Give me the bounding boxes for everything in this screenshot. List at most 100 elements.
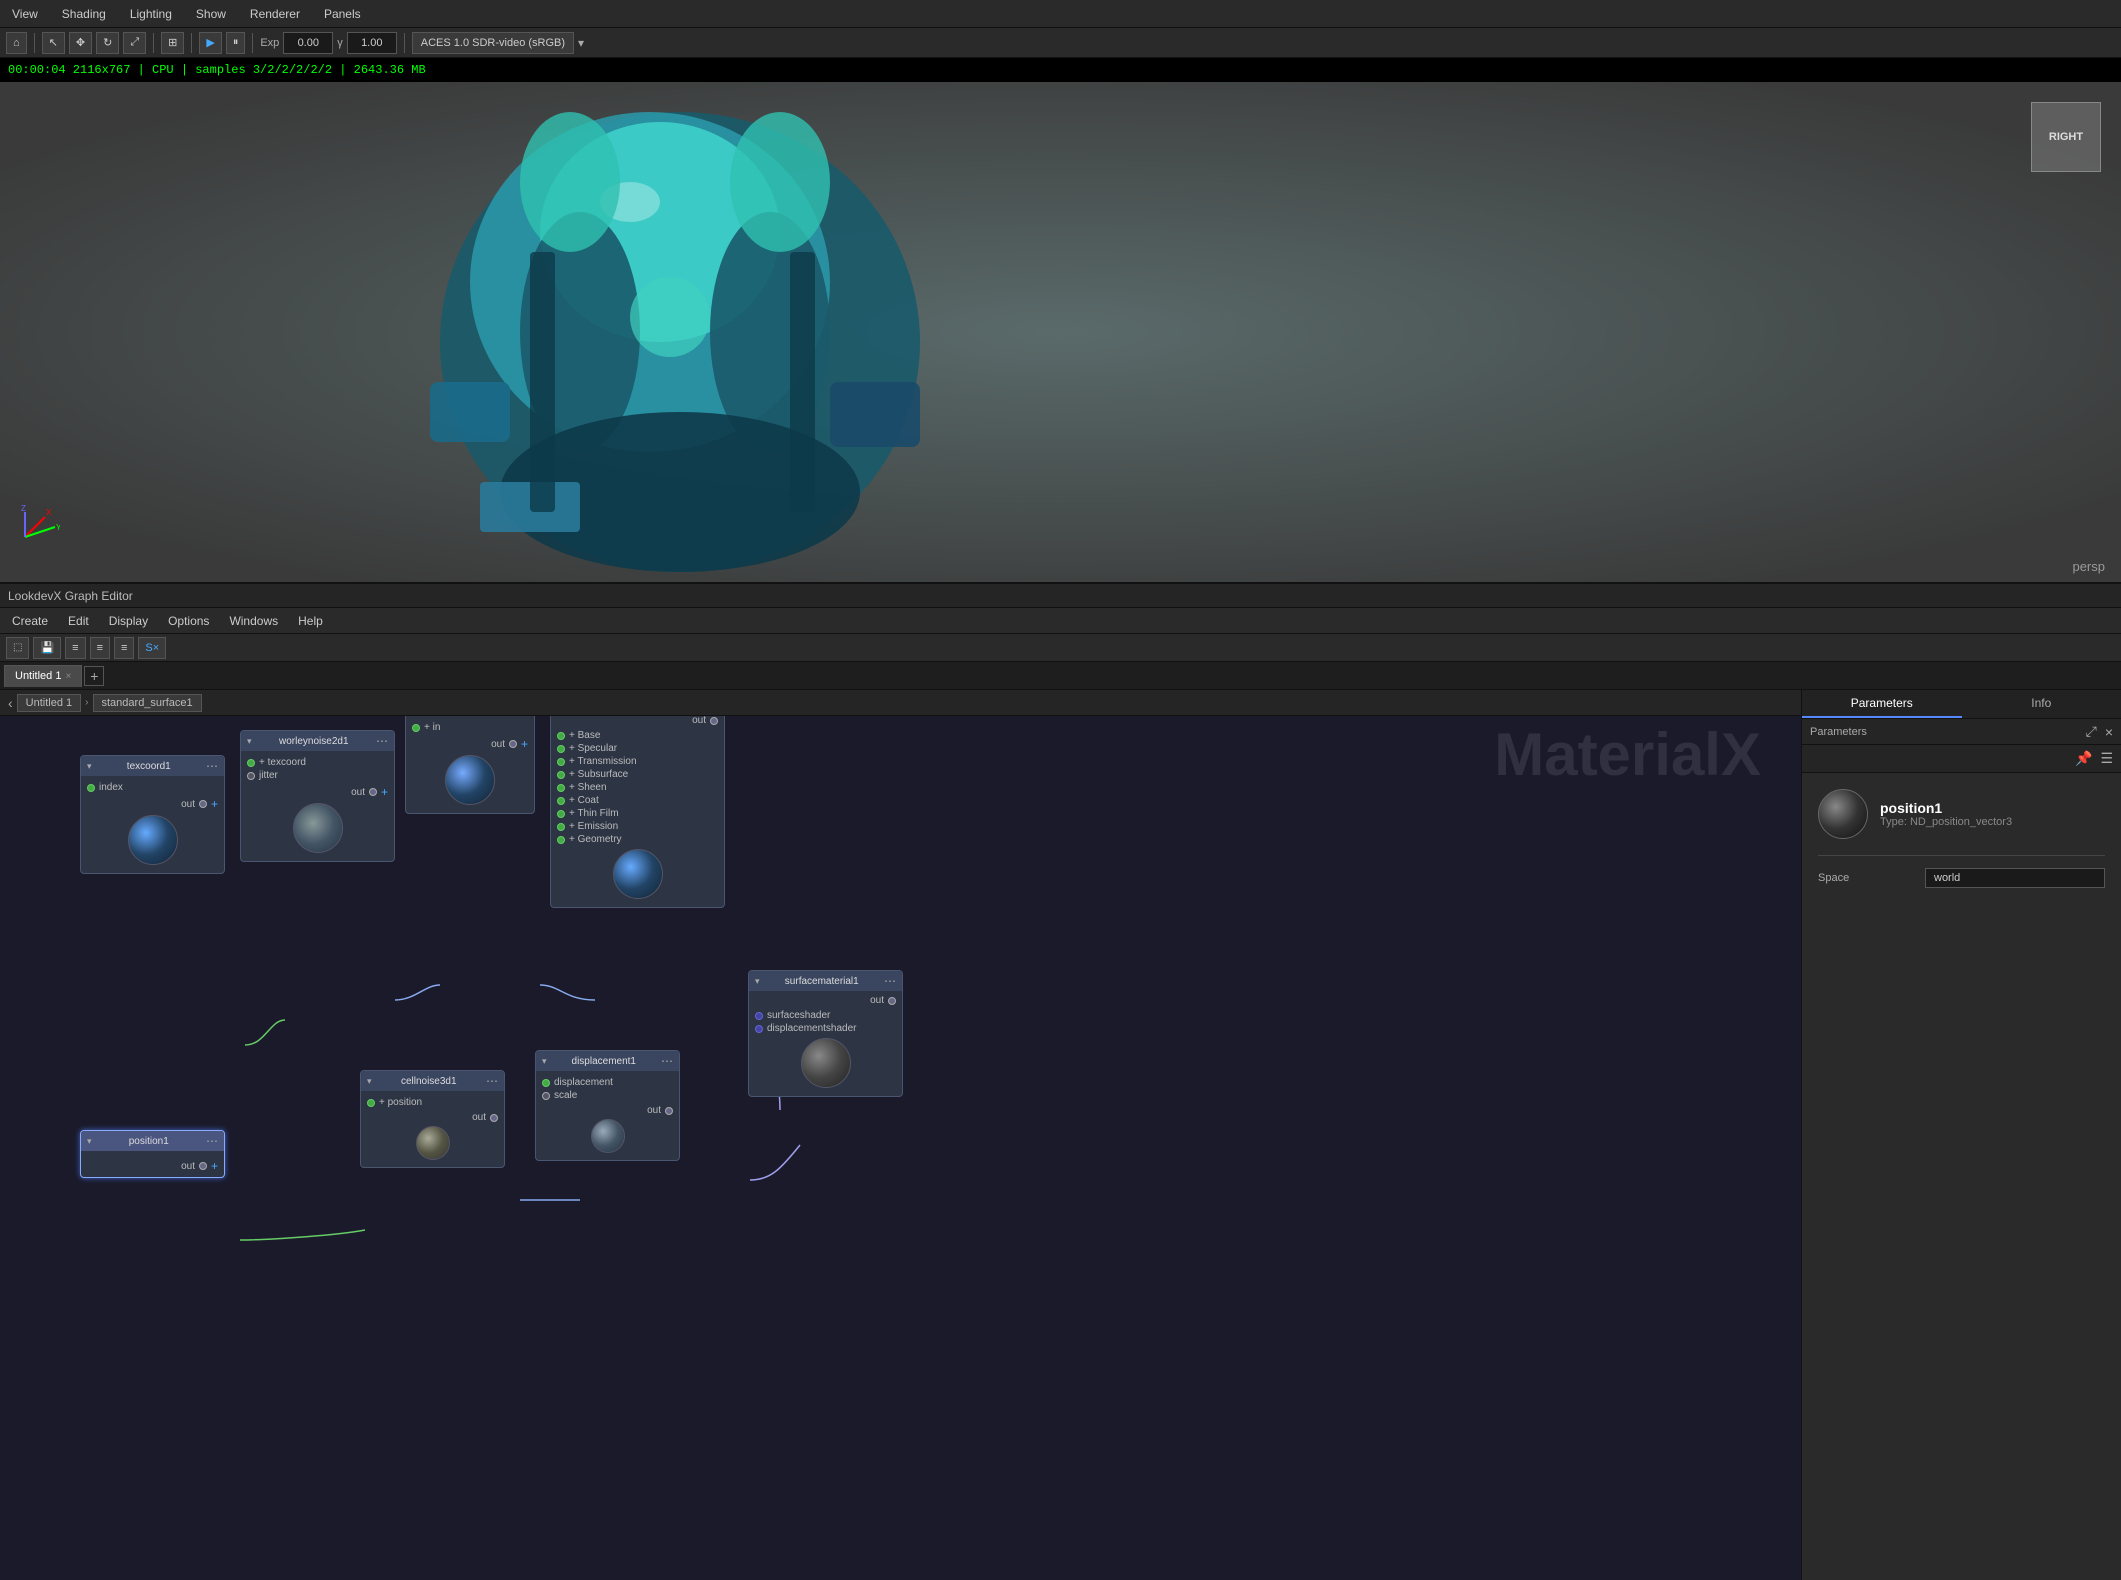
node-texcoord1-collapse[interactable]: ▾ (87, 761, 92, 772)
nav-cube[interactable]: RIGHT (2031, 102, 2101, 172)
node-d1-preview (591, 1119, 625, 1153)
node-standard-surface1[interactable]: ▾ standard_surface1 ⋯ out + Base (550, 690, 725, 908)
node-p1-dots[interactable]: ⋯ (206, 1134, 218, 1148)
node-texcoord1-port-index: index (87, 782, 218, 793)
menu-panels[interactable]: Panels (320, 5, 365, 23)
ldx-toolbar-save-btn[interactable]: 💾 (33, 637, 61, 659)
lookdevx-title-bar: LookdevX Graph Editor (0, 584, 2121, 608)
breadcrumb-item-untitled1[interactable]: Untitled 1 (17, 694, 81, 712)
node-cn3d1-dots[interactable]: ⋯ (486, 1074, 498, 1088)
toolbar-move-btn[interactable]: ✥ (69, 32, 92, 54)
port-label-geometry: + Geometry (569, 834, 622, 845)
ldx-menu-edit[interactable]: Edit (64, 612, 93, 630)
right-toolbar-pin-btn[interactable]: 📌 (2075, 750, 2092, 767)
node-info-type-label: Type: (1880, 816, 1910, 828)
node-d1-collapse[interactable]: ▾ (542, 1056, 547, 1067)
node-sm1-header: ▾ surfacematerial1 ⋯ (749, 971, 902, 991)
color-management-btn[interactable]: ACES 1.0 SDR-video (sRGB) (412, 32, 574, 54)
svg-text:X: X (46, 508, 52, 517)
exposure-input[interactable] (283, 32, 333, 54)
ldx-toolbar-align2-btn[interactable]: ≡ (90, 637, 110, 659)
breadcrumb-back-btn[interactable]: ‹ (8, 695, 13, 711)
menu-show[interactable]: Show (192, 5, 230, 23)
tab-untitled1-close[interactable]: × (65, 671, 71, 682)
node-d1-body: displacement scale out (536, 1071, 679, 1160)
node-worleynoise2d1-dots[interactable]: ⋯ (376, 734, 388, 748)
node-surfacematerial1[interactable]: ▾ surfacematerial1 ⋯ out surfaceshader (748, 970, 903, 1097)
lookdevx-panel: LookdevX Graph Editor Create Edit Displa… (0, 582, 2121, 1580)
port-plus-c1[interactable]: + (521, 737, 528, 751)
ldx-menu-display[interactable]: Display (105, 612, 152, 630)
node-sm1-dots[interactable]: ⋯ (884, 974, 896, 988)
node-wn2d1-preview (293, 803, 343, 853)
node-ss1-body: out + Base + Specular + Transmission (551, 711, 724, 907)
port-label-out-tc: out (181, 799, 195, 810)
port-dot-sheen (557, 784, 565, 792)
menu-view[interactable]: View (8, 5, 42, 23)
toolbar-pause-btn[interactable]: ⏸ (226, 32, 246, 54)
right-panel-tabs: Parameters Info (1802, 690, 2121, 719)
ldx-toolbar-graph-btn[interactable]: ⬚ (6, 637, 29, 659)
tab-add-btn[interactable]: + (84, 666, 104, 686)
node-cellnoise3d1[interactable]: ▾ cellnoise3d1 ⋯ + position out (360, 1070, 505, 1168)
port-dot-out-sm1 (888, 997, 896, 1005)
toolbar-snap-btn[interactable]: ⊞ (161, 32, 184, 54)
ldx-menu-windows[interactable]: Windows (225, 612, 282, 630)
port-label-out-sm1: out (870, 995, 884, 1006)
node-texcoord1[interactable]: ▾ texcoord1 ⋯ index out + (80, 755, 225, 874)
node-cn3d1-port-position: + position (367, 1097, 498, 1108)
top-menubar: View Shading Lighting Show Renderer Pane… (0, 0, 2121, 28)
graph-editor[interactable]: ‹ Untitled 1 › standard_surface1 Materia… (0, 690, 1801, 1580)
ldx-menu-options[interactable]: Options (164, 612, 213, 630)
node-p1-collapse[interactable]: ▾ (87, 1136, 92, 1147)
menu-shading[interactable]: Shading (58, 5, 110, 23)
right-toolbar-close-btn[interactable]: × (2105, 724, 2113, 740)
ldx-menu-create[interactable]: Create (8, 612, 52, 630)
axis-indicator: X Y Z (20, 502, 60, 542)
toolbar-home-btn[interactable]: ⌂ (6, 32, 27, 54)
right-toolbar-menu-btn[interactable]: ☰ (2100, 750, 2113, 767)
gamma-input[interactable] (347, 32, 397, 54)
node-ss1-port-specular: + Specular (557, 743, 718, 754)
param-value-space[interactable]: world (1925, 868, 2105, 888)
node-worleynoise2d1[interactable]: ▾ worleynoise2d1 ⋯ + texcoord jitter out (240, 730, 395, 862)
breadcrumb-item-surface1[interactable]: standard_surface1 (93, 694, 202, 712)
node-p1-header: ▾ position1 ⋯ (81, 1131, 224, 1151)
svg-text:Z: Z (21, 504, 26, 513)
node-ss1-preview (613, 849, 663, 899)
port-label-index: index (99, 782, 123, 793)
right-toolbar-expand-btn[interactable]: ⤢ (2086, 723, 2097, 740)
port-plus-tc[interactable]: + (211, 797, 218, 811)
node-texcoord1-dots[interactable]: ⋯ (206, 759, 218, 773)
toolbar-scale-btn[interactable]: ⤢ (123, 32, 146, 54)
menu-renderer[interactable]: Renderer (246, 5, 304, 23)
node-worleynoise2d1-collapse[interactable]: ▾ (247, 736, 252, 747)
right-tab-parameters[interactable]: Parameters (1802, 690, 1962, 718)
menu-lighting[interactable]: Lighting (126, 5, 176, 23)
ldx-menu-help[interactable]: Help (294, 612, 327, 630)
render-info-bar: 00:00:04 2116x767 | CPU | samples 3/2/2/… (0, 58, 2121, 82)
render-info-text: 00:00:04 2116x767 | CPU | samples 3/2/2/… (8, 63, 426, 77)
node-ss1-port-subsurface: + Subsurface (557, 769, 718, 780)
ldx-toolbar-align3-btn[interactable]: ≡ (114, 637, 134, 659)
lookdevx-title: LookdevX Graph Editor (8, 589, 133, 603)
ldx-toolbar-align-btn[interactable]: ≡ (65, 637, 85, 659)
ldx-toolbar-snap-btn[interactable]: S× (138, 637, 166, 659)
port-label-d1-scale: scale (554, 1090, 577, 1101)
node-displacement1[interactable]: ▾ displacement1 ⋯ displacement scale out (535, 1050, 680, 1161)
node-sm1-collapse[interactable]: ▾ (755, 976, 760, 987)
node-worleynoise2d1-body: + texcoord jitter out + (241, 751, 394, 861)
tab-untitled1[interactable]: Untitled 1 × (4, 665, 82, 687)
right-tab-info[interactable]: Info (1962, 690, 2121, 718)
toolbar-rotate-btn[interactable]: ↻ (96, 32, 119, 54)
node-d1-dots[interactable]: ⋯ (661, 1054, 673, 1068)
node-d1-label: displacement1 (572, 1056, 636, 1067)
node-cn3d1-collapse[interactable]: ▾ (367, 1076, 372, 1087)
viewport-area[interactable]: RIGHT X Y Z persp (0, 82, 2121, 582)
port-dot-out-d1 (665, 1107, 673, 1115)
port-plus-p1[interactable]: + (211, 1159, 218, 1173)
port-plus-wn[interactable]: + (381, 785, 388, 799)
toolbar-render-btn[interactable]: ▶ (199, 32, 221, 54)
node-position1[interactable]: ▾ position1 ⋯ out + (80, 1130, 225, 1178)
toolbar-select-btn[interactable]: ↖ (42, 32, 65, 54)
